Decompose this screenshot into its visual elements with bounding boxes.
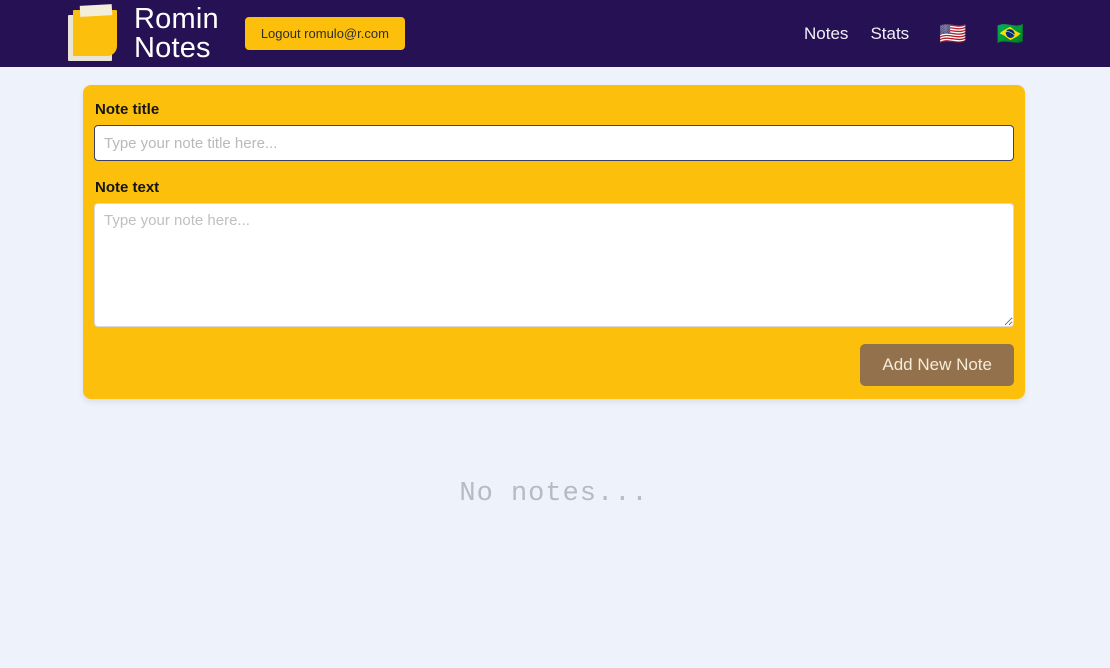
sticky-note-icon <box>68 3 124 63</box>
brand-name: Romin Notes <box>134 2 219 64</box>
card-actions: Add New Note <box>94 344 1014 386</box>
brand-logo[interactable]: Romin Notes <box>68 2 219 64</box>
main-content: Note title Note text Add New Note No not… <box>0 67 1110 509</box>
brand-name-line2: Notes <box>134 31 211 64</box>
logout-button[interactable]: Logout romulo@r.com <box>244 17 405 50</box>
note-text-label: Note text <box>95 179 160 196</box>
notes-empty-state: No notes... <box>459 479 649 509</box>
note-title-input[interactable] <box>94 125 1014 161</box>
note-title-label: Note title <box>95 101 160 118</box>
note-text-textarea[interactable] <box>94 203 1014 327</box>
new-note-card: Note title Note text Add New Note <box>83 85 1025 399</box>
main-navigation: Notes Stats 🇺🇸 🇧🇷 <box>804 22 1024 45</box>
flag-br-icon[interactable]: 🇧🇷 <box>997 22 1024 45</box>
nav-link-stats[interactable]: Stats <box>870 24 909 44</box>
nav-link-notes[interactable]: Notes <box>804 24 848 44</box>
flag-us-icon[interactable]: 🇺🇸 <box>939 22 966 45</box>
add-new-note-button[interactable]: Add New Note <box>860 344 1014 386</box>
brand-name-line1: Romin <box>134 2 219 35</box>
app-header: Romin Notes Logout romulo@r.com Notes St… <box>0 0 1110 67</box>
